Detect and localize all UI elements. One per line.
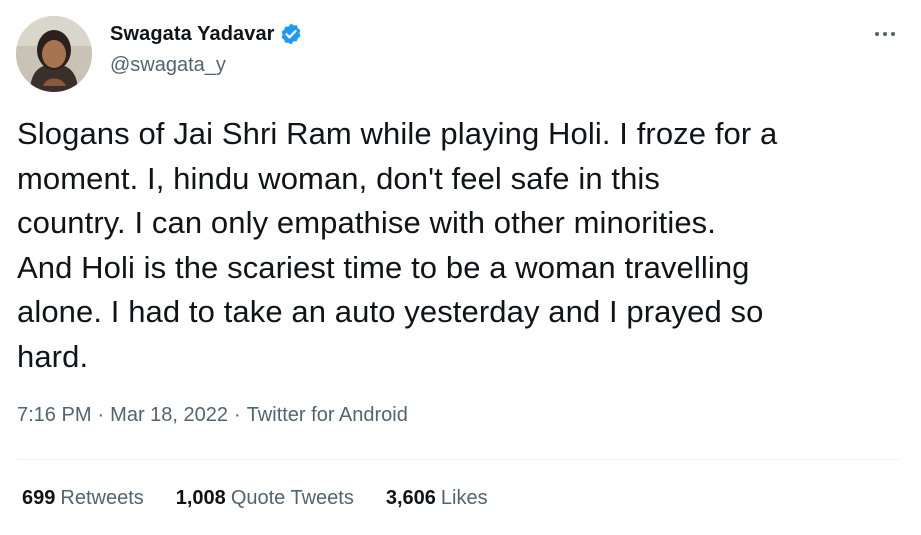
quote-tweets-label: Quote Tweets (230, 487, 354, 509)
more-horizontal-icon[interactable] (869, 22, 901, 46)
likes-label: Likes (440, 487, 488, 509)
retweets-label: Retweets (60, 487, 144, 509)
display-name[interactable]: Swagata Yadavar (110, 23, 275, 46)
dot (883, 32, 887, 36)
avatar[interactable] (16, 16, 92, 92)
tweet-meta: 7:16 PM · Mar 18, 2022 · Twitter for And… (17, 404, 408, 427)
verified-badge-icon (279, 22, 303, 46)
name-row: Swagata Yadavar (110, 20, 303, 48)
tweet-card: Swagata Yadavar @swagata_y Slogans of Ja… (0, 0, 921, 535)
dot (891, 32, 895, 36)
meta-separator: · (97, 404, 105, 426)
author-block: Swagata Yadavar @swagata_y (110, 20, 303, 77)
tweet-text: Slogans of Jai Shri Ram while playing Ho… (17, 116, 778, 374)
tweet-time[interactable]: 7:16 PM (17, 404, 91, 427)
likes-stat[interactable]: 3,606 Likes (386, 487, 488, 510)
handle[interactable]: @swagata_y (110, 54, 303, 77)
dot (875, 32, 879, 36)
divider (17, 459, 901, 460)
engagement-stats: 699 Retweets 1,008 Quote Tweets 3,606 Likes (22, 487, 520, 510)
tweet-date[interactable]: Mar 18, 2022 (110, 404, 228, 427)
meta-separator: · (234, 404, 241, 426)
tweet-source[interactable]: Twitter for Android (247, 404, 408, 427)
retweets-count: 699 (22, 487, 56, 509)
likes-count: 3,606 (385, 487, 436, 509)
quote-tweets-stat[interactable]: 1,008 Quote Tweets (176, 487, 354, 510)
quote-tweets-count: 1,008 (175, 487, 226, 509)
retweets-stat[interactable]: 699 Retweets (22, 487, 144, 510)
